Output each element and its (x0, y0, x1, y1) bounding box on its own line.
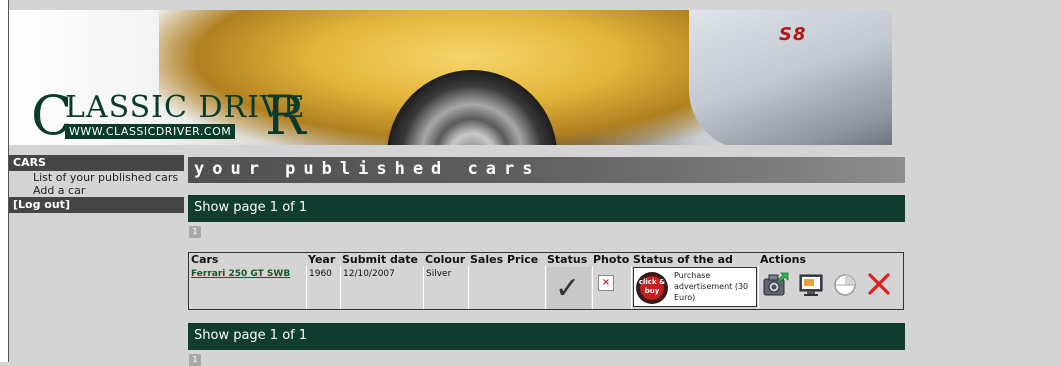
column-divider (306, 266, 307, 309)
header-colour: Colour (425, 253, 466, 266)
sidebar-item-add-car[interactable]: Add a car (9, 184, 184, 197)
header-status: Status (547, 253, 588, 266)
header-banner: S8 C LASSIC DRIVE WWW.CLASSICDRIVER.COM … (9, 10, 892, 145)
column-divider (468, 266, 469, 309)
column-divider (423, 266, 424, 309)
car-link[interactable]: Ferrari 250 GT SWB (191, 269, 290, 279)
car-submit-date: 12/10/2007 (343, 269, 395, 279)
ad-status-text: Purchase advertisement (30 Euro) (674, 271, 749, 302)
pager-text-top: Show page 1 of 1 (194, 200, 308, 215)
header-cars: Cars (191, 253, 219, 266)
status-cell: ✓ (547, 267, 591, 309)
camera-icon[interactable] (761, 269, 789, 299)
page-button-bottom[interactable]: 1 (189, 354, 201, 366)
broken-image-icon[interactable]: × (598, 275, 614, 291)
header-submit-date: Submit date (342, 253, 418, 266)
column-divider (592, 266, 593, 309)
page-title-bar: your published cars (188, 157, 905, 183)
pager-text-bottom: Show page 1 of 1 (194, 328, 308, 343)
header-year: Year (308, 253, 336, 266)
pager-bar-bottom: Show page 1 of 1 (188, 323, 905, 350)
page-left-margin (0, 0, 8, 362)
sidebar: CARS List of your published cars Add a c… (9, 155, 184, 213)
delete-icon[interactable] (865, 269, 893, 299)
toggle-icon[interactable] (831, 269, 859, 299)
logo-letter-r: R (265, 84, 306, 146)
column-divider (545, 266, 546, 309)
header-photo: Photo (593, 253, 630, 266)
cars-table: Cars Year Submit date Colour Sales Price… (188, 252, 904, 310)
click-and-buy-icon: click & buy (636, 272, 668, 304)
logo-url: WWW.CLASSICDRIVER.COM (65, 124, 236, 139)
header-actions: Actions (760, 253, 806, 266)
car-colour: Silver (426, 269, 452, 279)
header-ad-status: Status of the ad (633, 253, 733, 266)
column-divider (758, 266, 759, 309)
banner-car-badge: S8 (779, 24, 807, 45)
car-year: 1960 (309, 269, 332, 279)
column-divider (340, 266, 341, 309)
sidebar-item-published-cars[interactable]: List of your published cars (9, 171, 184, 184)
check-icon: ✓ (555, 271, 581, 306)
ad-status-box[interactable]: click & buy Purchase advertisement (30 E… (633, 267, 757, 307)
logout-link[interactable]: [Log out] (9, 197, 184, 213)
sidebar-section-cars: CARS (9, 155, 184, 171)
page-button-top[interactable]: 1 (189, 226, 201, 238)
screen-icon[interactable] (797, 269, 825, 299)
column-divider (631, 266, 632, 309)
pager-bar-top: Show page 1 of 1 (188, 195, 905, 222)
header-sales-price: Sales Price (470, 253, 539, 266)
page-title: your published cars (194, 159, 541, 179)
